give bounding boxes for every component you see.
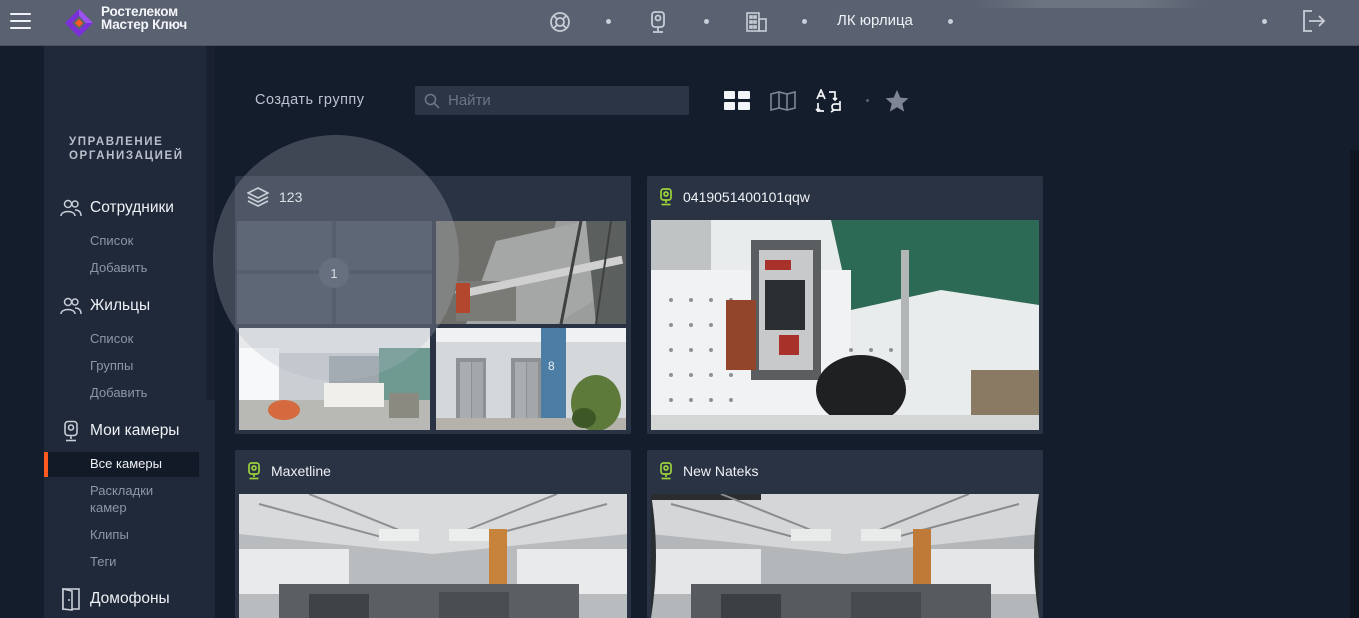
door-icon: [60, 588, 82, 611]
search-input[interactable]: [448, 90, 678, 111]
top-bar: Ростелеком Мастер Ключ ЛК юрлица: [0, 0, 1359, 46]
separator-dot: [704, 19, 709, 24]
card-header: 0419051400101qqw: [647, 176, 1043, 218]
empty-layout-cell: 1: [237, 221, 432, 324]
favorites-icon[interactable]: [883, 89, 911, 113]
nav-residents-add[interactable]: Добавить: [90, 384, 147, 401]
separator-dot: [802, 19, 807, 24]
count-badge: 1: [319, 258, 349, 288]
nav-active-indicator: [44, 452, 48, 477]
camera-thumbnail: 8: [436, 328, 626, 430]
nav-intercoms[interactable]: Домофоны: [60, 588, 170, 611]
nav-residents-groups[interactable]: Группы: [90, 357, 133, 374]
nav-my-cameras[interactable]: Мои камеры: [60, 420, 179, 442]
camera-thumbnail: [239, 328, 430, 430]
users-icon: [60, 295, 82, 317]
card-title: Maxetline: [271, 463, 331, 479]
camera-thumbnail: [436, 221, 626, 324]
menu-icon[interactable]: [10, 13, 31, 30]
camera-icon: [660, 462, 672, 480]
camera-icon: [60, 420, 82, 442]
intercom-icon[interactable]: [645, 10, 671, 34]
separator-dot: [1262, 19, 1267, 24]
building-icon[interactable]: [743, 10, 769, 34]
map-view-icon[interactable]: [769, 89, 797, 113]
camera-thumbnail: [239, 494, 627, 618]
support-icon[interactable]: [547, 10, 573, 34]
card-title: 0419051400101qqw: [683, 189, 810, 205]
search-icon: [424, 93, 440, 109]
camera-card[interactable]: 0419051400101qqw: [647, 176, 1043, 434]
organization-name[interactable]: ЛК юрлица: [837, 12, 913, 29]
card-header: 123: [235, 176, 631, 218]
camera-card[interactable]: New Nateks: [647, 450, 1043, 618]
card-title: New Nateks: [683, 463, 759, 479]
nav-employees-add[interactable]: Добавить: [90, 259, 147, 276]
separator-dot: [866, 99, 869, 102]
logo[interactable]: Ростелеком Мастер Ключ: [64, 5, 194, 39]
nav-intercoms-label: Домофоны: [90, 590, 170, 607]
card-header: Maxetline: [235, 450, 631, 492]
users-icon: [60, 197, 82, 219]
separator-dot: [606, 19, 611, 24]
card-header: New Nateks: [647, 450, 1043, 492]
separator-dot: [948, 19, 953, 24]
nav-residents[interactable]: Жильцы: [60, 295, 150, 317]
sidebar-scrollbar[interactable]: [206, 46, 215, 400]
search-box: [415, 86, 689, 115]
nav-camera-layouts[interactable]: Раскладки камер: [90, 482, 153, 516]
nav-clips[interactable]: Клипы: [90, 526, 129, 543]
nav-employees[interactable]: Сотрудники: [60, 197, 174, 219]
sidebar-gutter: [0, 46, 44, 618]
camera-thumbnail: [651, 494, 1039, 618]
layers-icon: [247, 187, 269, 207]
nav-all-cameras[interactable]: Все камеры: [90, 455, 162, 472]
svg-text:8: 8: [548, 359, 555, 373]
camera-thumbnail: [651, 220, 1039, 430]
grid-view-icon[interactable]: [723, 89, 751, 113]
nav-tags[interactable]: Теги: [90, 553, 116, 570]
camera-card[interactable]: Maxetline: [235, 450, 631, 618]
nav-my-cameras-label: Мои камеры: [90, 422, 180, 439]
nav-residents-list[interactable]: Список: [90, 330, 133, 347]
nav-employees-list[interactable]: Список: [90, 232, 133, 249]
nav-residents-label: Жильцы: [90, 297, 151, 314]
card-title: 123: [279, 189, 303, 205]
camera-icon: [660, 188, 672, 206]
create-group-button[interactable]: Создать группу: [255, 92, 365, 108]
camera-icon: [248, 462, 260, 480]
logo-mark: [65, 9, 93, 37]
camera-group-card[interactable]: 123 1 8: [235, 176, 631, 434]
nav-employees-label: Сотрудники: [90, 199, 174, 216]
page-scrollbar[interactable]: [1350, 150, 1359, 618]
top-blur: [975, 0, 1205, 8]
logout-icon[interactable]: [1300, 8, 1328, 34]
logo-text: Ростелеком Мастер Ключ: [101, 4, 188, 32]
sort-icon[interactable]: [815, 89, 843, 113]
sidebar-section-title: УПРАВЛЕНИЕ ОРГАНИЗАЦИЕЙ: [69, 136, 184, 162]
